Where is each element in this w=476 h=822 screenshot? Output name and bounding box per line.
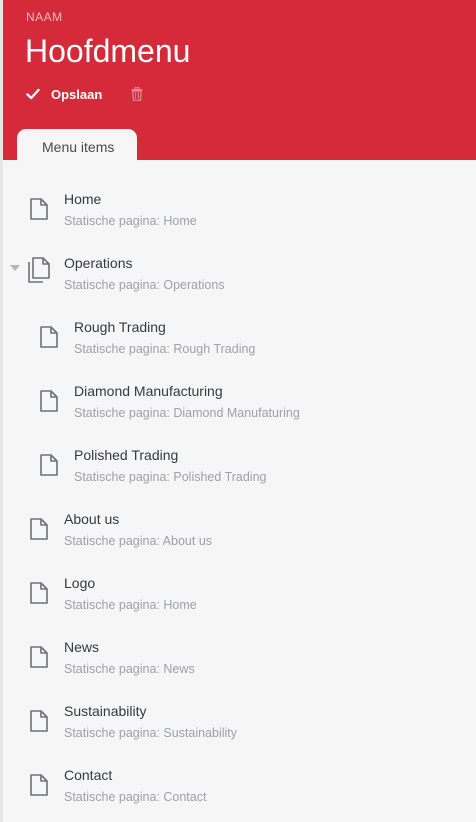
- menu-item-subtitle: Statische pagina: Home: [64, 598, 197, 612]
- menu-item-subtitle: Statische pagina: Diamond Manufaturing: [74, 406, 300, 420]
- header: NAAM Hoofdmenu Opslaan Menu items: [3, 0, 476, 160]
- tab-label: Menu items: [42, 139, 115, 155]
- toolbar: Opslaan: [26, 84, 143, 104]
- page-icon: [30, 710, 48, 732]
- menu-item-title: Contact: [64, 767, 113, 783]
- page: NAAM Hoofdmenu Opslaan Menu items Home S…: [0, 0, 476, 822]
- page-icon: [40, 326, 58, 348]
- menu-item-home[interactable]: Home Statische pagina: Home: [3, 191, 476, 251]
- menu-item-sustainability[interactable]: Sustainability Statische pagina: Sustain…: [3, 703, 476, 763]
- menu-item-subtitle: Statische pagina: Sustainability: [64, 726, 238, 740]
- menu-item-subtitle: Statische pagina: Rough Trading: [74, 342, 256, 356]
- menu-item-title: About us: [64, 511, 120, 527]
- page-icon: [30, 198, 48, 220]
- save-label: Opslaan: [51, 86, 103, 102]
- menu-item-rough-trading[interactable]: Rough Trading Statische pagina: Rough Tr…: [3, 319, 476, 379]
- menu-items-list: Home Statische pagina: Home Operations S…: [3, 160, 476, 822]
- name-label: NAAM: [26, 10, 63, 24]
- tab-menu-items[interactable]: Menu items: [17, 129, 137, 160]
- menu-item-news[interactable]: News Statische pagina: News: [3, 639, 476, 699]
- save-button[interactable]: Opslaan: [26, 87, 102, 102]
- menu-item-subtitle: Statische pagina: News: [64, 662, 195, 676]
- page-icon: [30, 774, 48, 796]
- menu-item-diamond-manufacturing[interactable]: Diamond Manufacturing Statische pagina: …: [3, 383, 476, 443]
- menu-item-title: Rough Trading: [74, 319, 166, 335]
- menu-item-subtitle: Statische pagina: Operations: [64, 278, 225, 292]
- menu-item-title: Logo: [64, 575, 96, 591]
- menu-item-subtitle: Statische pagina: Polished Trading: [74, 470, 267, 484]
- caret-down-icon[interactable]: [10, 265, 20, 271]
- menu-item-subtitle: Statische pagina: Contact: [64, 790, 207, 804]
- page-icon: [30, 518, 48, 540]
- menu-item-title: Operations: [64, 255, 133, 271]
- menu-item-operations[interactable]: Operations Statische pagina: Operations: [3, 255, 476, 315]
- menu-item-subtitle: Statische pagina: Home: [64, 214, 197, 228]
- menu-item-logo[interactable]: Logo Statische pagina: Home: [3, 575, 476, 635]
- page-title: Hoofdmenu: [25, 33, 191, 69]
- menu-item-contact[interactable]: Contact Statische pagina: Contact: [3, 767, 476, 822]
- pages-icon: [28, 257, 50, 283]
- menu-item-title: Diamond Manufacturing: [74, 383, 223, 399]
- trash-icon[interactable]: [131, 87, 143, 101]
- page-icon: [30, 646, 48, 668]
- check-icon: [26, 88, 40, 100]
- page-icon: [40, 454, 58, 476]
- menu-item-about-us[interactable]: About us Statische pagina: About us: [3, 511, 476, 571]
- menu-item-subtitle: Statische pagina: About us: [64, 534, 213, 548]
- menu-item-title: Polished Trading: [74, 447, 179, 463]
- page-icon: [40, 390, 58, 412]
- page-icon: [30, 582, 48, 604]
- menu-item-title: Sustainability: [64, 703, 147, 719]
- menu-item-title: Home: [64, 191, 102, 207]
- menu-item-polished-trading[interactable]: Polished Trading Statische pagina: Polis…: [3, 447, 476, 507]
- menu-item-title: News: [64, 639, 100, 655]
